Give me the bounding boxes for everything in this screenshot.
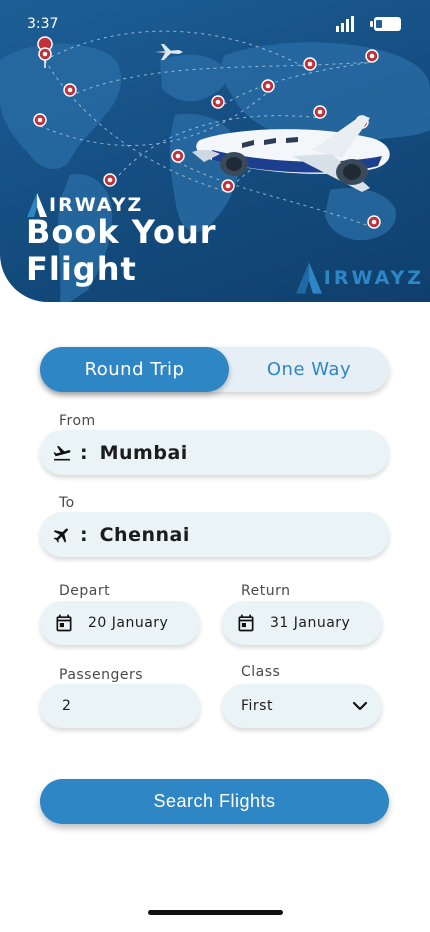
calendar-icon — [56, 614, 72, 632]
search-flights-button[interactable]: Search Flights — [40, 779, 389, 824]
class-label: Class — [241, 664, 281, 680]
return-date-value: 31 January — [270, 615, 351, 631]
page-title-line2: Flight — [26, 250, 137, 288]
passengers-label: Passengers — [59, 667, 144, 683]
class-value: First — [241, 698, 273, 714]
brand-watermark-name: IRWAYZ — [323, 267, 424, 289]
hero-banner: 3:37 IRWAYZ Book Your Flight IRWAYZ — [0, 0, 430, 302]
from-field[interactable]: : Mumbai — [40, 430, 389, 475]
page-title-line1: Book Your — [26, 213, 217, 251]
round-trip-tab[interactable]: Round Trip — [40, 347, 229, 392]
takeoff-icon — [53, 445, 71, 460]
to-separator: : — [80, 523, 88, 546]
brand-watermark: IRWAYZ — [295, 262, 424, 294]
passengers-value: 2 — [62, 698, 72, 714]
depart-date-value: 20 January — [88, 615, 169, 631]
return-label: Return — [241, 583, 291, 599]
home-indicator — [148, 910, 283, 915]
from-label: From — [59, 413, 96, 429]
brand-a-icon — [295, 262, 322, 294]
passengers-field[interactable]: 2 — [40, 684, 200, 728]
status-bar: 3:37 — [27, 14, 402, 36]
depart-label: Depart — [59, 583, 111, 599]
status-time: 3:37 — [27, 16, 59, 32]
chevron-down-icon — [352, 701, 368, 711]
trip-type-toggle: Round Trip One Way — [40, 347, 389, 392]
from-value: Mumbai — [99, 441, 188, 464]
from-separator: : — [80, 441, 88, 464]
landing-icon — [53, 527, 68, 543]
depart-date-field[interactable]: 20 January — [40, 601, 200, 645]
one-way-tab[interactable]: One Way — [229, 347, 389, 392]
to-label: To — [59, 495, 75, 511]
class-select[interactable]: First — [222, 684, 382, 728]
page-title: Book Your Flight — [26, 214, 266, 288]
return-date-field[interactable]: 31 January — [222, 601, 382, 645]
to-value: Chennai — [99, 523, 190, 546]
to-field[interactable]: : Chennai — [40, 512, 389, 557]
calendar-icon — [238, 614, 254, 632]
signal-icon — [336, 16, 354, 32]
battery-icon — [370, 17, 401, 31]
